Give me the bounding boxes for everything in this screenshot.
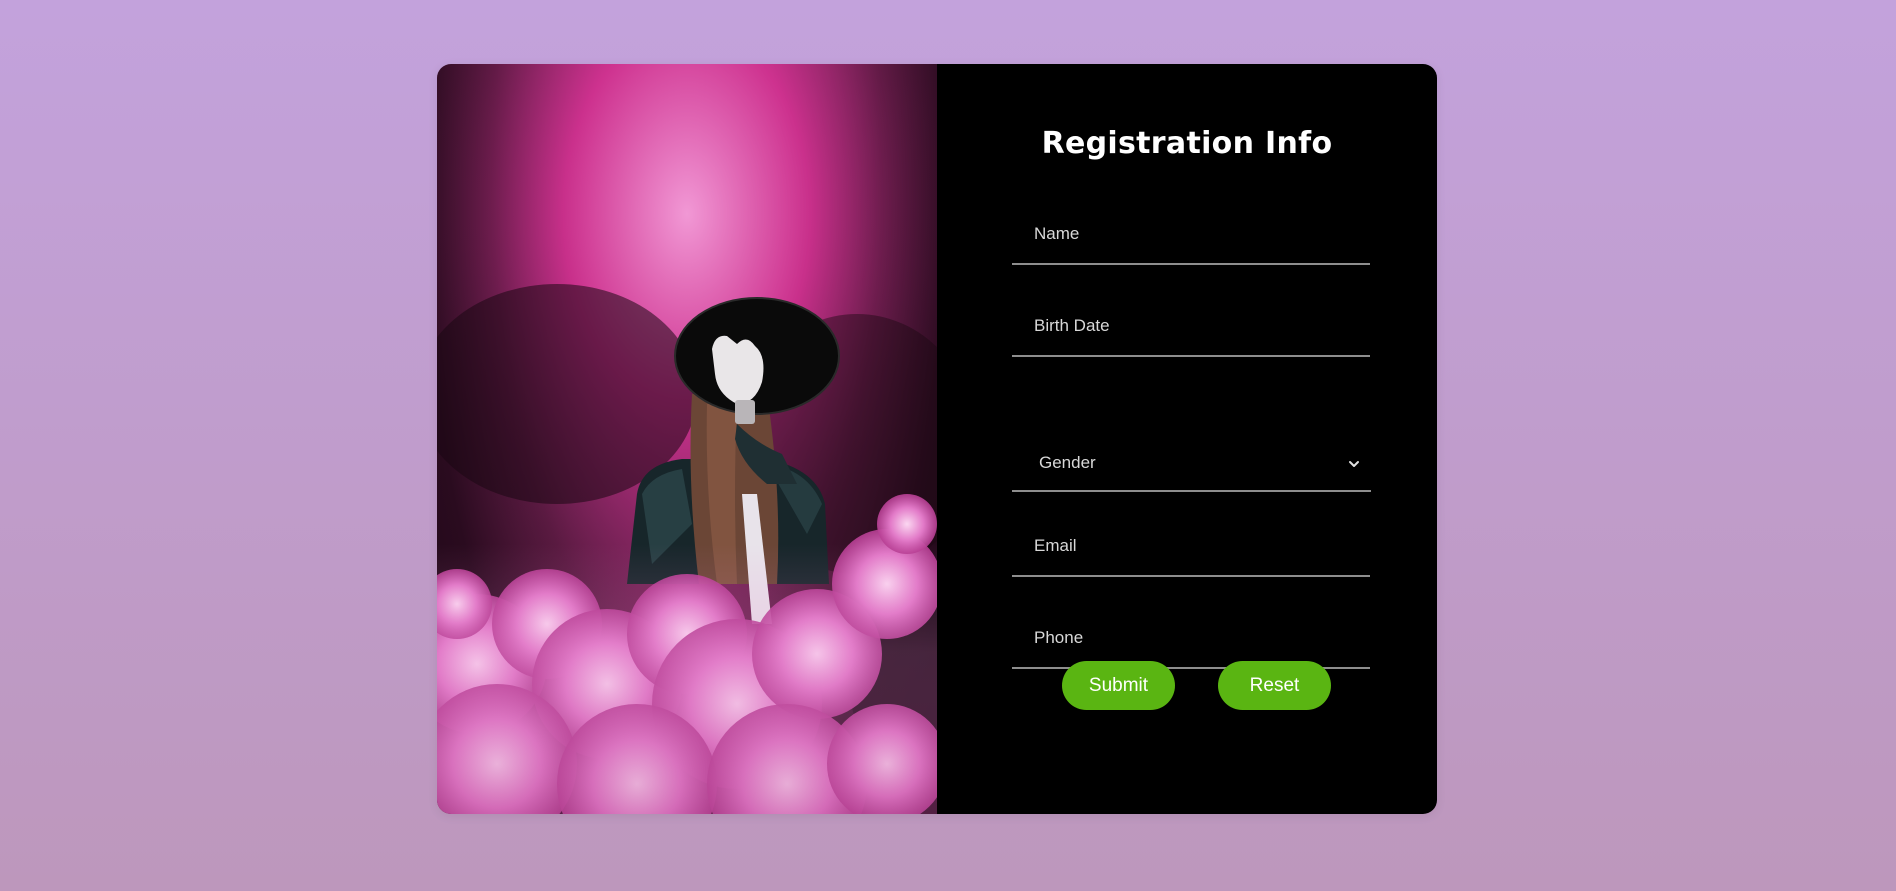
phone-input[interactable] [1012,609,1370,667]
gender-select[interactable]: Gender [1012,437,1371,492]
form-title: Registration Info [1041,126,1333,161]
reset-button[interactable]: Reset [1218,661,1331,710]
birth-date-input[interactable] [1012,297,1370,355]
name-input[interactable] [1012,205,1370,263]
name-field-container [1012,205,1370,265]
phone-field-container [1012,609,1370,669]
email-field-container [1012,517,1370,577]
registration-form: Registration Info Gender Submit Reset [937,64,1437,814]
hero-photo [437,64,937,814]
registration-card: Registration Info Gender Submit Reset [437,64,1437,814]
gender-select-value: Gender [1039,453,1096,472]
chevron-down-icon [1349,461,1359,467]
submit-button[interactable]: Submit [1062,661,1175,710]
person-in-pink-smoke-illustration [437,64,937,814]
birth-date-field-container [1012,297,1370,357]
email-input[interactable] [1012,517,1370,575]
